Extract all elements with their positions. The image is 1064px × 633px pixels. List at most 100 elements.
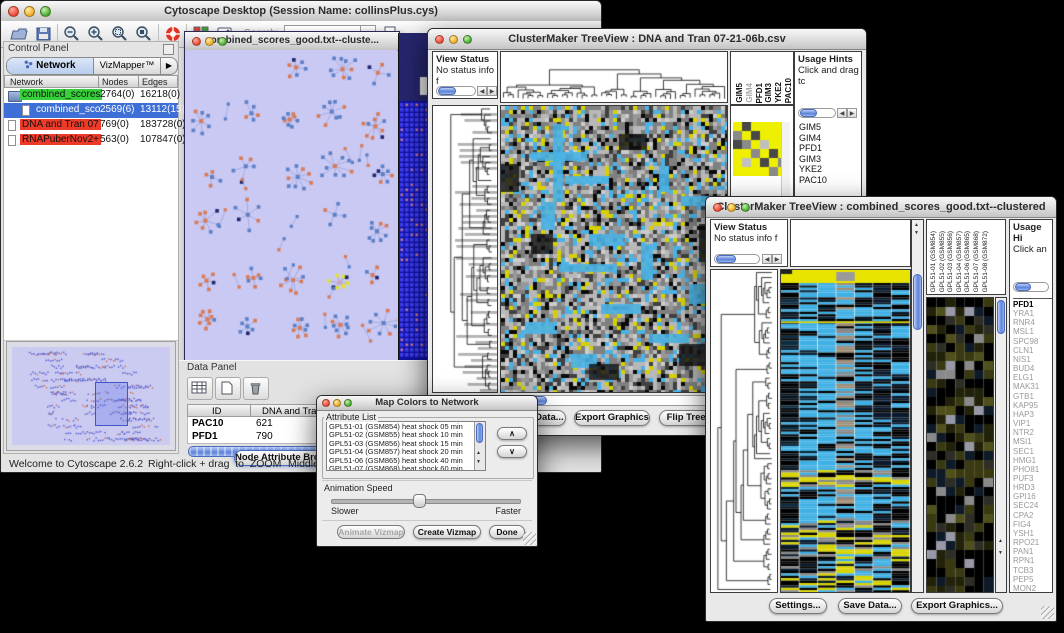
- resize-grip[interactable]: [523, 532, 536, 545]
- scrollbar-thumb[interactable]: [800, 109, 817, 117]
- gene-list-item[interactable]: PFD1: [1013, 300, 1053, 309]
- scroll-down-icon[interactable]: ▼: [476, 459, 481, 465]
- close-icon[interactable]: [713, 203, 722, 212]
- col-edges[interactable]: Edges: [142, 77, 168, 87]
- heatmap-canvas[interactable]: [501, 106, 727, 392]
- gene-list-item[interactable]: GIM5: [799, 122, 827, 133]
- status-scrollbar[interactable]: [436, 86, 476, 96]
- float-panel-icon[interactable]: [163, 44, 174, 55]
- heatmap-v-scrollbar[interactable]: ▲ ▼: [911, 219, 924, 593]
- network-view-titlebar[interactable]: combined_scores_good.txt--cluste...: [185, 32, 399, 51]
- gene-list-item[interactable]: HAP3: [1013, 410, 1053, 419]
- scroll-up-icon[interactable]: ▲: [998, 538, 1003, 544]
- network-tree-row[interactable]: DNA and Tran 07769(0)183728(0): [4, 118, 178, 133]
- gene-list-item[interactable]: YKE2: [799, 164, 827, 175]
- zoom-window-icon[interactable]: [741, 203, 750, 212]
- network-tree-row[interactable]: combined_sco2569(6)13112(15): [4, 103, 178, 118]
- column-dendrogram[interactable]: [501, 52, 727, 102]
- gene-list-item[interactable]: MON2: [1013, 584, 1053, 593]
- scroll-up-icon[interactable]: ▲: [476, 450, 481, 456]
- gene-list-item[interactable]: PFD1: [799, 143, 827, 154]
- resize-grip[interactable]: [1041, 606, 1054, 619]
- export-graphics-button[interactable]: Export Graphics...: [574, 410, 650, 426]
- gene-list-item[interactable]: GTB1: [1013, 392, 1053, 401]
- gene-list-item[interactable]: VIP1: [1013, 419, 1053, 428]
- hints-scrollbar[interactable]: [798, 108, 836, 118]
- minimize-icon[interactable]: [24, 6, 35, 17]
- scroll-down-icon[interactable]: ▼: [914, 230, 919, 236]
- dialog-titlebar[interactable]: Map Colors to Network: [317, 396, 537, 411]
- scrollbar-thumb[interactable]: [913, 274, 922, 330]
- scrollbar-thumb[interactable]: [716, 255, 736, 263]
- network-overview-canvas[interactable]: [12, 347, 170, 445]
- node-browser-tab[interactable]: [187, 377, 213, 400]
- gene-list-item[interactable]: YSH1: [1013, 529, 1053, 538]
- scroll-left-icon[interactable]: ◀: [477, 86, 487, 96]
- close-icon[interactable]: [192, 37, 201, 46]
- minimize-icon[interactable]: [205, 37, 214, 46]
- gene-list-item[interactable]: PUF3: [1013, 474, 1053, 483]
- gene-list-item[interactable]: BUD4: [1013, 364, 1053, 373]
- scroll-right-icon[interactable]: ▶: [487, 86, 497, 96]
- table-row[interactable]: PAC10: [192, 418, 224, 429]
- scroll-down-icon[interactable]: ▼: [998, 550, 1003, 556]
- scroll-left-icon[interactable]: ◀: [762, 254, 772, 264]
- gene-list[interactable]: PFD1YRA1RNR4MSL1SPC98CLN1NIS1BUD4ELG1MAK…: [1013, 298, 1053, 593]
- create-vizmap-button[interactable]: Create Vizmap: [413, 525, 481, 539]
- gene-list-item[interactable]: KAP95: [1013, 401, 1053, 410]
- scrollbar-thumb[interactable]: [997, 300, 1005, 334]
- settings-button[interactable]: Settings...: [769, 598, 827, 614]
- tab-overflow-button[interactable]: ▶: [161, 58, 177, 74]
- row-dendrogram[interactable]: [433, 106, 497, 392]
- gene-list-item[interactable]: CLN1: [1013, 346, 1053, 355]
- gene-list-item[interactable]: RPO21: [1013, 538, 1053, 547]
- row-dendrogram[interactable]: [711, 270, 777, 592]
- attribute-item[interactable]: GPL51-07 (GSM868) heat shock 60 min: [329, 465, 463, 471]
- speed-slider-thumb[interactable]: [413, 494, 426, 508]
- scroll-right-icon[interactable]: ▶: [847, 108, 857, 118]
- gene-list-item[interactable]: NIS1: [1013, 355, 1053, 364]
- save-data-button[interactable]: Save Data...: [838, 598, 902, 614]
- gene-list-item[interactable]: CPA2: [1013, 511, 1053, 520]
- gene-list-item[interactable]: MSI1: [1013, 437, 1053, 446]
- gene-list-item[interactable]: HMG1: [1013, 456, 1053, 465]
- gene-list-item[interactable]: MAK31: [1013, 382, 1053, 391]
- gene-list-item[interactable]: ELG1: [1013, 373, 1053, 382]
- scroll-right-icon[interactable]: ▶: [772, 254, 782, 264]
- zoom-window-icon[interactable]: [463, 35, 472, 44]
- move-down-button[interactable]: ∨: [497, 445, 527, 458]
- zoom-window-icon[interactable]: [40, 6, 51, 17]
- gene-list-item[interactable]: PHO81: [1013, 465, 1053, 474]
- gene-list-item[interactable]: PAN1: [1013, 547, 1053, 556]
- network-tree-row[interactable]: combined_scores2764(0)16218(0): [4, 88, 178, 103]
- list-v-scrollbar[interactable]: ▲ ▼: [474, 422, 485, 470]
- zoom-window-icon[interactable]: [344, 399, 352, 407]
- export-graphics-button[interactable]: Export Graphics...: [911, 598, 1003, 614]
- network-canvas[interactable]: [185, 50, 397, 360]
- gene-list-item[interactable]: GIM4: [799, 133, 827, 144]
- scrollbar-thumb[interactable]: [476, 423, 483, 443]
- col-network[interactable]: Network: [10, 77, 43, 87]
- minimize-icon[interactable]: [449, 35, 458, 44]
- delete-attribute-tab[interactable]: [243, 377, 269, 400]
- close-icon[interactable]: [8, 6, 19, 17]
- gene-list-item[interactable]: FIG4: [1013, 520, 1053, 529]
- status-scrollbar[interactable]: [714, 254, 760, 264]
- scroll-up-icon[interactable]: ▲: [914, 222, 919, 228]
- tab-vizmapper[interactable]: VizMapper™: [94, 58, 161, 74]
- zoom-window-icon[interactable]: [218, 37, 227, 46]
- table-row[interactable]: PFD1: [192, 431, 218, 442]
- gene-list-item[interactable]: SPC98: [1013, 337, 1053, 346]
- animate-vizmap-button[interactable]: Animate Vizmap: [337, 525, 405, 539]
- gene-list-item[interactable]: SEC1: [1013, 447, 1053, 456]
- table-cell[interactable]: 621: [256, 418, 273, 429]
- gene-list-item[interactable]: PAC10: [799, 175, 827, 186]
- done-button[interactable]: Done: [489, 525, 525, 539]
- grid-network-canvas[interactable]: [399, 33, 429, 360]
- hints-scrollbar[interactable]: [1013, 282, 1049, 292]
- minimize-icon[interactable]: [727, 203, 736, 212]
- new-attribute-tab[interactable]: [215, 377, 241, 400]
- move-up-button[interactable]: ∧: [497, 427, 527, 440]
- gene-list-item[interactable]: GIM3: [799, 154, 827, 165]
- scrollbar-thumb[interactable]: [438, 87, 456, 95]
